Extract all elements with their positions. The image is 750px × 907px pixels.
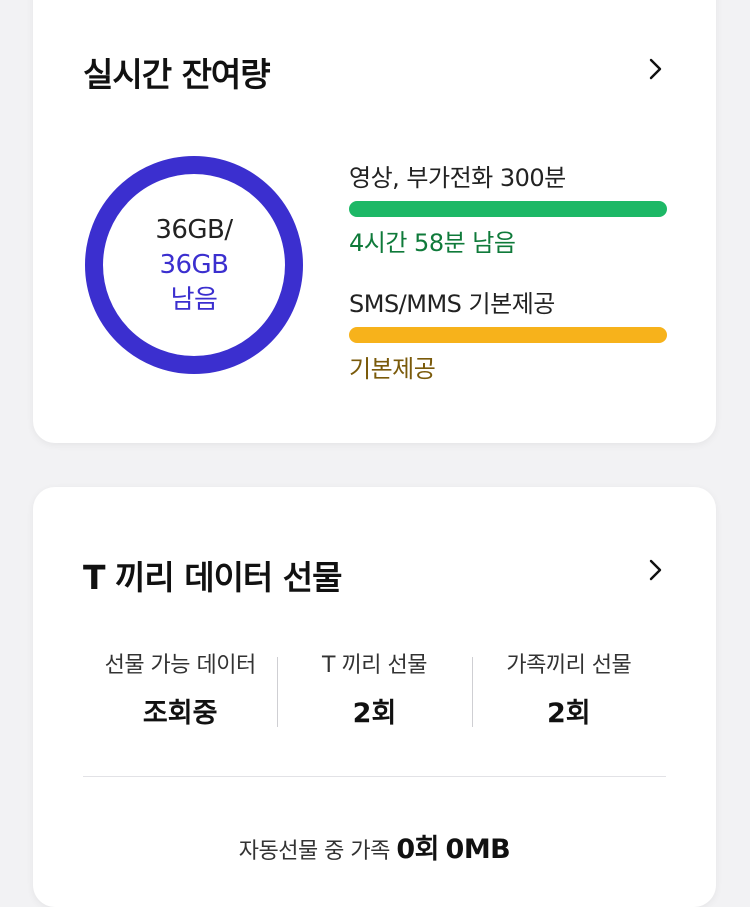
divider <box>83 776 666 777</box>
gift-stat-available[interactable]: 선물 가능 데이터 조회중 <box>83 647 277 729</box>
gift-stat-value: 2회 <box>547 698 591 729</box>
auto-gift-prefix: 자동선물 중 가족 <box>238 839 397 864</box>
chevron-right-icon[interactable] <box>642 56 668 82</box>
auto-gift-count: 0회 <box>396 834 440 865</box>
data-ring-label: 36GB/ 36GB 남음 <box>83 154 305 376</box>
auto-gift-summary: 자동선물 중 가족 0회 0MB <box>33 827 716 866</box>
gift-stat-label: 가족끼리 선물 <box>506 653 632 678</box>
voice-usage: 영상, 부가전화 300분 4시간 58분 남음 <box>349 158 667 258</box>
data-used-label: 36GB/ <box>155 214 233 245</box>
sms-usage-label: SMS/MMS 기본제공 <box>349 290 555 318</box>
sms-usage-bar <box>349 327 667 343</box>
sms-usage: SMS/MMS 기본제공 기본제공 <box>349 284 667 384</box>
sms-usage-status: 기본제공 <box>349 355 436 383</box>
gift-stat-label: 선물 가능 데이터 <box>104 653 257 678</box>
voice-usage-bar <box>349 201 667 217</box>
gift-stat-t-friends[interactable]: T 끼리 선물 2회 <box>277 647 471 729</box>
chevron-right-icon[interactable] <box>642 557 668 583</box>
voice-usage-status: 4시간 58분 남음 <box>349 229 516 257</box>
gift-stats: 선물 가능 데이터 조회중 T 끼리 선물 2회 가족끼리 선물 2회 <box>83 647 666 729</box>
data-total-label: 36GB <box>159 249 229 280</box>
realtime-title: 실시간 잔여량 <box>83 55 271 94</box>
voice-usage-label: 영상, 부가전화 300분 <box>349 164 566 192</box>
gift-stat-family[interactable]: 가족끼리 선물 2회 <box>471 647 666 729</box>
gift-stat-value: 2회 <box>352 698 397 729</box>
data-remain-label: 남음 <box>170 284 218 315</box>
gift-stat-value: 조회중 <box>142 698 218 729</box>
gift-stat-label: T 끼리 선물 <box>322 653 427 678</box>
gift-title: T 끼리 데이터 선물 <box>83 558 342 597</box>
auto-gift-amount: 0MB <box>445 834 511 865</box>
data-gift-card: T 끼리 데이터 선물 선물 가능 데이터 조회중 T 끼리 선물 2회 가족끼… <box>33 487 716 907</box>
realtime-remaining-card: 실시간 잔여량 36GB/ 36GB 남음 영상, 부가전화 300분 4시간 … <box>33 0 716 443</box>
